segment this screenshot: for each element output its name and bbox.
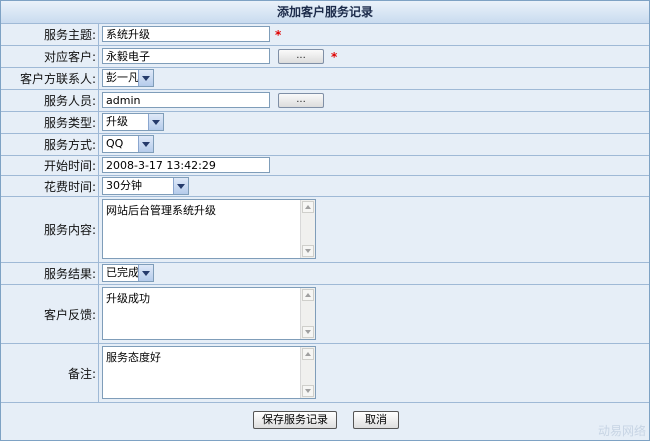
start-time-label: 开始时间: <box>43 159 96 173</box>
scroll-down-icon[interactable] <box>302 385 314 397</box>
row-subject: 服务主题: 系统升级 * <box>1 24 649 46</box>
form-title: 添加客户服务记录 <box>1 1 649 24</box>
remark-text: 服务态度好 <box>106 351 161 364</box>
cancel-button[interactable]: 取消 <box>353 411 399 429</box>
remark-textarea[interactable]: 服务态度好 <box>102 346 316 399</box>
service-method-label: 服务方式: <box>43 138 96 152</box>
feedback-scrollbar[interactable] <box>300 288 315 339</box>
result-select[interactable]: 已完成 <box>102 264 154 282</box>
row-result: 服务结果: 已完成 <box>1 263 649 285</box>
feedback-text: 升级成功 <box>106 292 150 305</box>
scroll-down-icon[interactable] <box>302 326 314 338</box>
remark-label: 备注: <box>67 366 96 381</box>
scroll-down-icon[interactable] <box>302 245 314 257</box>
contact-select-value: 彭一凡 <box>106 71 139 84</box>
chevron-down-icon <box>148 114 163 130</box>
subject-input[interactable]: 系统升级 <box>102 26 270 42</box>
row-start-time: 开始时间: 2008-3-17 13:42:29 <box>1 156 649 176</box>
remark-scrollbar[interactable] <box>300 347 315 398</box>
feedback-textarea[interactable]: 升级成功 <box>102 287 316 340</box>
service-method-select[interactable]: QQ <box>102 135 154 153</box>
service-type-label: 服务类型: <box>43 116 96 130</box>
contact-select[interactable]: 彭一凡 <box>102 69 154 87</box>
row-contact: 客户方联系人: 彭一凡 <box>1 68 649 90</box>
content-scrollbar[interactable] <box>300 200 315 258</box>
duration-select[interactable]: 30分钟 <box>102 177 189 195</box>
staff-picker-button[interactable]: ... <box>278 93 324 108</box>
row-staff: 服务人员: admin ... <box>1 90 649 112</box>
duration-label: 花费时间: <box>43 179 96 194</box>
subject-label: 服务主题: <box>43 28 96 42</box>
customer-input[interactable]: 永毅电子 <box>102 48 270 64</box>
row-service-method: 服务方式: QQ <box>1 134 649 156</box>
row-content: 服务内容: 网站后台管理系统升级 <box>1 197 649 263</box>
content-textarea[interactable]: 网站后台管理系统升级 <box>102 199 316 259</box>
scroll-up-icon[interactable] <box>302 348 314 360</box>
customer-required-mark: * <box>331 50 338 64</box>
chevron-down-icon <box>138 70 153 86</box>
result-label: 服务结果: <box>43 267 96 281</box>
service-record-form: 添加客户服务记录 服务主题: 系统升级 * 对应客户: 永毅电子 ... * 客… <box>0 0 650 441</box>
row-remark: 备注: 服务态度好 <box>1 344 649 403</box>
feedback-label: 客户反馈: <box>43 307 96 322</box>
row-feedback: 客户反馈: 升级成功 <box>1 285 649 344</box>
save-button[interactable]: 保存服务记录 <box>253 411 337 429</box>
scroll-up-icon[interactable] <box>302 289 314 301</box>
chevron-down-icon <box>138 265 153 281</box>
subject-required-mark: * <box>275 28 282 42</box>
result-select-value: 已完成 <box>106 266 139 279</box>
scroll-up-icon[interactable] <box>302 201 314 213</box>
content-label: 服务内容: <box>43 223 96 237</box>
start-time-input[interactable]: 2008-3-17 13:42:29 <box>102 157 270 173</box>
service-type-select-value: 升级 <box>106 115 128 128</box>
row-duration: 花费时间: 30分钟 <box>1 176 649 197</box>
service-method-select-value: QQ <box>106 137 124 150</box>
service-type-select[interactable]: 升级 <box>102 113 164 131</box>
watermark-logo: 动易网络 <box>597 424 646 438</box>
duration-select-value: 30分钟 <box>106 179 142 192</box>
contact-label: 客户方联系人: <box>19 72 96 86</box>
staff-label: 服务人员: <box>43 94 96 108</box>
chevron-down-icon <box>138 136 153 152</box>
row-customer: 对应客户: 永毅电子 ... * <box>1 46 649 68</box>
content-text: 网站后台管理系统升级 <box>106 204 216 217</box>
chevron-down-icon <box>173 178 188 194</box>
row-service-type: 服务类型: 升级 <box>1 112 649 134</box>
customer-picker-button[interactable]: ... <box>278 49 324 64</box>
customer-label: 对应客户: <box>43 50 96 64</box>
staff-input[interactable]: admin <box>102 92 270 108</box>
